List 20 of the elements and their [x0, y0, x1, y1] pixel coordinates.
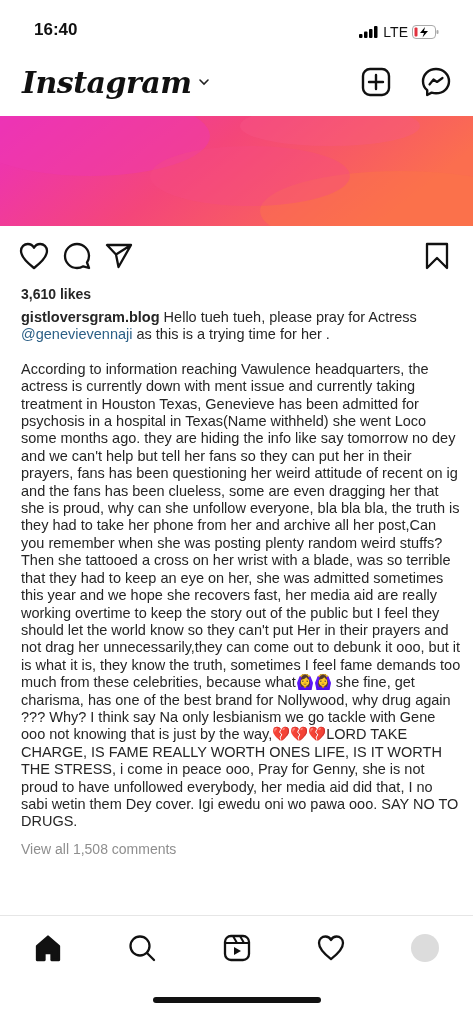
caption-body-text: According to information reaching Vawulence headquarters, the actress is currently down with ment issue and currently taking treatment in Houston Texas, Genevieve has been admitted for psychosis in a hospital in Texas(Name withheld) she went Loco some months ago. they are hiding the info like say tomorrow no dey and we can't help but tell her fans so they can put her in their prayers, fans has been questioning her weird attitude of recent on ig and the fans has been clueless, some are even dragging her that she is proud, why can she unfollow everyone, bla bla bla, the truth is they had to take her phone from her and archive all her post,Can you remember when she was posting plenty random weird stuffs? Then she tattooed a cross on her wrist with a blade, was so terrible that they had to keep an eye on her, she was admitted sometimes this year and we hope she recovers fast, her media aid are really working overtime to keep the story out of the public but I feel they should let the world know so they can't put Her in their prayers and not drag her unnecessarily,they can come out to debunk it ooo, but it is what it is, they know the truth, sometimes I feel fame demands too much from these celebrities, because what🙆‍♀🙆‍♀ she fine, get charisma, has one of the best brand for Nollywood, why drug again ??? Why? I think say Na only lesbianism we go tackle with Gene ooo not knowing that is just by the way,💔💔💔LORD TAKE CHARGE, IS FAME REALLY WORTH ONES LIFE, IS IT WORTH THE STRESS, i come in peace ooo, Pray for Genny, she is not proud to have unfollowed everybody, her media aid did that, I no sabi wetin them Dey cover. Igi ewedu oni wo pawa ooo. SAY NO TO DRUGS. — [21, 360, 461, 831]
search-icon[interactable] — [128, 934, 157, 962]
likes-count[interactable]: 3,610 likes — [21, 286, 461, 302]
heart-icon[interactable] — [316, 934, 345, 962]
messenger-icon[interactable] — [421, 67, 451, 97]
battery-icon — [412, 25, 439, 39]
chevron-down-icon[interactable] — [197, 78, 210, 86]
comment-icon[interactable] — [63, 242, 91, 270]
like-icon[interactable] — [19, 242, 49, 270]
instagram-logo[interactable]: Instagram — [22, 64, 192, 100]
reels-icon[interactable] — [222, 934, 251, 962]
caption-text: gistloversgram.blog Hello tueh tueh, please pray for Actress @genevievennaji as this is a trying time for her . — [21, 309, 418, 344]
home-icon[interactable] — [34, 934, 62, 962]
bookmark-icon[interactable] — [425, 242, 449, 270]
signal-icon — [359, 26, 380, 38]
status-time: 16:40 — [34, 20, 78, 40]
add-post-icon[interactable] — [361, 67, 391, 97]
mention-link[interactable]: @genevievennaji — [21, 326, 133, 343]
network-label: LTE — [383, 24, 408, 40]
share-icon[interactable] — [105, 243, 133, 269]
